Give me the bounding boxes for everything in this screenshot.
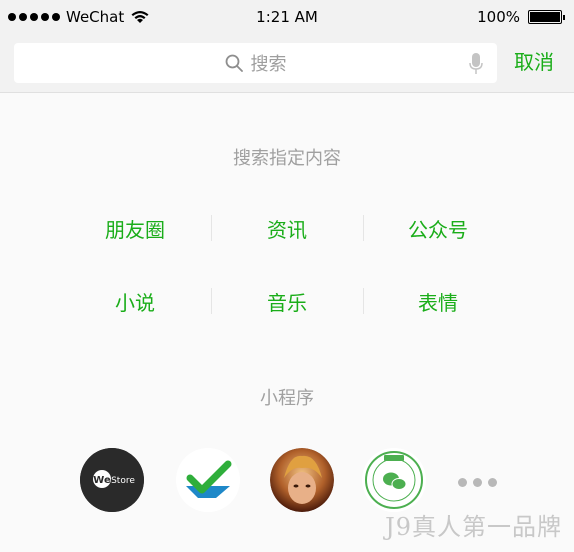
search-bar: 搜索 取消 [0,36,574,93]
svg-text:We: We [93,475,111,486]
westore-icon[interactable]: We Store [80,448,144,512]
status-right: 100% [477,8,565,26]
watermark: J9真人第一品牌 [385,513,562,541]
specified-content-title: 搜索指定内容 [233,148,341,169]
wechat-open-class-icon[interactable] [362,448,426,512]
category-music[interactable]: 音乐 [212,287,362,316]
category-official-accounts[interactable]: 公众号 [363,214,513,243]
cancel-button[interactable]: 取消 [514,46,554,75]
status-bar: WeChat 1:21 AM 100% [0,0,574,36]
search-placeholder: 搜索 [250,54,287,75]
category-moments[interactable]: 朋友圈 [60,214,210,243]
search-input[interactable]: 搜索 [14,43,497,83]
svg-text:Store: Store [111,476,135,486]
battery-percent: 100% [477,8,520,26]
category-novels[interactable]: 小说 [60,287,210,316]
game-hero-icon[interactable] [270,448,334,512]
checkmark-app-icon[interactable] [176,448,240,512]
category-stickers[interactable]: 表情 [363,287,513,316]
miniprogram-title: 小程序 [260,388,314,409]
more-icon[interactable] [458,478,497,487]
search-icon [225,54,243,72]
microphone-icon[interactable] [469,53,483,75]
category-news[interactable]: 资讯 [212,214,362,243]
battery-icon [528,10,565,24]
